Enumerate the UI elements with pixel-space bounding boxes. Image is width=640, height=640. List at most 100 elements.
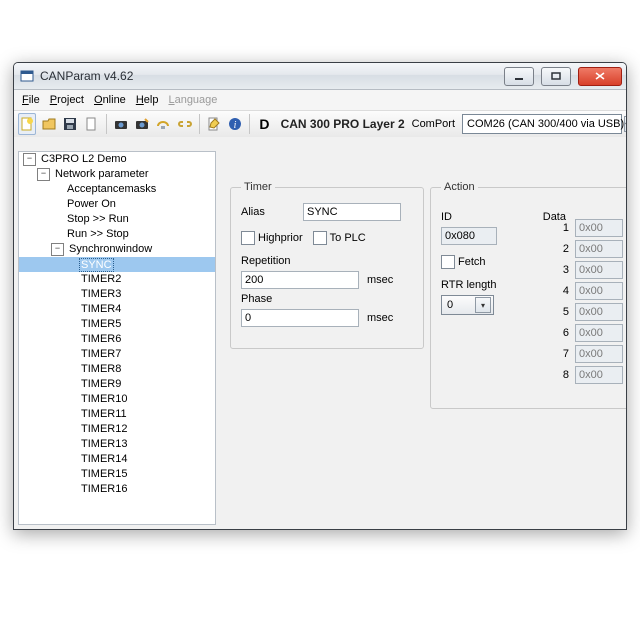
- tree-timer-item[interactable]: TIMER6: [19, 332, 215, 347]
- tree-synchronwindow[interactable]: −Synchronwindow: [19, 242, 215, 257]
- close-button[interactable]: [578, 67, 622, 86]
- tree-item[interactable]: Acceptancemasks: [19, 182, 215, 197]
- maximize-button[interactable]: [541, 67, 571, 86]
- data-index: 6: [559, 327, 569, 339]
- tree-root[interactable]: − C3PRO L2 Demo: [19, 152, 215, 167]
- tree-timer-item[interactable]: TIMER10: [19, 392, 215, 407]
- id-label: ID: [441, 211, 531, 223]
- repetition-label: Repetition: [241, 255, 413, 267]
- phase-input[interactable]: [241, 309, 359, 327]
- tree-timer-item[interactable]: TIMER5: [19, 317, 215, 332]
- menu-online[interactable]: Online: [94, 94, 126, 106]
- collapse-icon[interactable]: −: [23, 153, 36, 166]
- fetch-checkbox[interactable]: Fetch: [441, 255, 486, 269]
- toolbar-save-icon[interactable]: [61, 113, 79, 135]
- tree-timer-item[interactable]: TIMER8: [19, 362, 215, 377]
- toolbar-open-icon[interactable]: [39, 113, 57, 135]
- comport-select[interactable]: COM26 (CAN 300/400 via USB) ▾: [462, 114, 622, 134]
- toolbar-new-icon[interactable]: [18, 113, 36, 135]
- data-byte-field[interactable]: 0x00: [575, 282, 623, 300]
- data-index: 5: [559, 306, 569, 318]
- data-byte-field[interactable]: 0x00: [575, 219, 623, 237]
- tree-timer-item[interactable]: TIMER12: [19, 422, 215, 437]
- data-byte-field[interactable]: 0x00: [575, 366, 623, 384]
- tree-timer-item[interactable]: TIMER4: [19, 302, 215, 317]
- tree-network[interactable]: − Network parameter: [19, 167, 215, 182]
- toolbar-page-icon[interactable]: [82, 113, 100, 135]
- toolbar-camera2-icon[interactable]: [133, 113, 151, 135]
- data-index: 7: [559, 348, 569, 360]
- data-byte-field[interactable]: 0x00: [575, 345, 623, 363]
- toolbar-info-icon[interactable]: i: [226, 113, 244, 135]
- data-row: 7 0x00: [559, 343, 623, 364]
- tree-timer-item[interactable]: TIMER15: [19, 467, 215, 482]
- phase-label: Phase: [241, 293, 413, 305]
- data-row: 4 0x00: [559, 280, 623, 301]
- highprior-checkbox[interactable]: Highprior: [241, 231, 303, 245]
- repetition-input[interactable]: [241, 271, 359, 289]
- data-byte-field[interactable]: 0x00: [575, 240, 623, 258]
- msec-unit: msec: [367, 274, 393, 286]
- tree-timer-item[interactable]: TIMER14: [19, 452, 215, 467]
- timer-group: Timer Alias Highprior To PLC Repetition: [230, 181, 424, 349]
- tree-item[interactable]: Run >> Stop: [19, 227, 215, 242]
- data-row: 2 0x00: [559, 238, 623, 259]
- tree-sync-selected[interactable]: SYNC: [19, 257, 215, 272]
- toolbar-separator: [106, 114, 107, 134]
- menu-bar: File Project Online Help Language: [14, 90, 626, 111]
- toolbar-edit-icon[interactable]: [205, 113, 223, 135]
- alias-input[interactable]: [303, 203, 401, 221]
- tree-timer-item[interactable]: TIMER16: [19, 482, 215, 497]
- tree-item[interactable]: Stop >> Run: [19, 212, 215, 227]
- menu-language[interactable]: Language: [168, 94, 217, 106]
- tree-timer-item[interactable]: TIMER11: [19, 407, 215, 422]
- data-index: 4: [559, 285, 569, 297]
- tree-item[interactable]: Power On: [19, 197, 215, 212]
- chevron-down-icon: ▾: [475, 297, 491, 313]
- menu-file[interactable]: File: [22, 94, 40, 106]
- checkbox-icon: [313, 231, 327, 245]
- id-field[interactable]: 0x080: [441, 227, 497, 245]
- tree-timer-item[interactable]: TIMER13: [19, 437, 215, 452]
- toolbar-link-icon[interactable]: [175, 113, 193, 135]
- window-title: CANParam v4.62: [40, 69, 133, 83]
- toolbar: i D CAN 300 PRO Layer 2 ComPort COM26 (C…: [14, 111, 626, 138]
- collapse-icon[interactable]: −: [37, 168, 50, 181]
- minimize-button[interactable]: [504, 67, 534, 86]
- tree-timer-item[interactable]: TIMER7: [19, 347, 215, 362]
- data-index: 1: [559, 222, 569, 234]
- toolbar-camera1-icon[interactable]: [111, 113, 129, 135]
- tree-timer-item[interactable]: TIMER2: [19, 272, 215, 287]
- data-byte-field[interactable]: 0x00: [575, 261, 623, 279]
- device-title: CAN 300 PRO Layer 2: [277, 117, 409, 131]
- comport-value: COM26 (CAN 300/400 via USB): [467, 118, 624, 130]
- data-row: 1 0x00: [559, 217, 623, 238]
- detail-pane: Timer Alias Highprior To PLC Repetition: [222, 151, 622, 525]
- tree-timer-item[interactable]: TIMER9: [19, 377, 215, 392]
- toolbar-connect-icon[interactable]: [154, 113, 172, 135]
- project-tree[interactable]: − C3PRO L2 Demo − Network parameter Acce…: [18, 151, 216, 525]
- svg-text:i: i: [234, 120, 237, 131]
- tree-timer-item[interactable]: TIMER3: [19, 287, 215, 302]
- app-icon: [20, 69, 34, 83]
- comport-label: ComPort: [412, 118, 455, 130]
- menu-help[interactable]: Help: [136, 94, 159, 106]
- rtr-label: RTR length: [441, 279, 531, 291]
- data-row: 5 0x00: [559, 301, 623, 322]
- msec-unit: msec: [367, 312, 393, 324]
- data-index: 3: [559, 264, 569, 276]
- data-index: 2: [559, 243, 569, 255]
- client-area: − C3PRO L2 Demo − Network parameter Acce…: [14, 137, 626, 529]
- title-bar: CANParam v4.62: [14, 63, 626, 90]
- collapse-icon[interactable]: −: [51, 243, 64, 256]
- menu-project[interactable]: Project: [50, 94, 84, 106]
- rtr-select[interactable]: 0 ▾: [441, 295, 494, 315]
- data-byte-field[interactable]: 0x00: [575, 324, 623, 342]
- data-row: 6 0x00: [559, 322, 623, 343]
- data-byte-field[interactable]: 0x00: [575, 303, 623, 321]
- toolbar-d-icon[interactable]: D: [255, 113, 273, 135]
- data-index: 8: [559, 369, 569, 381]
- action-legend: Action: [441, 181, 478, 193]
- toplc-checkbox[interactable]: To PLC: [313, 231, 366, 245]
- data-row: 8 0x00: [559, 364, 623, 385]
